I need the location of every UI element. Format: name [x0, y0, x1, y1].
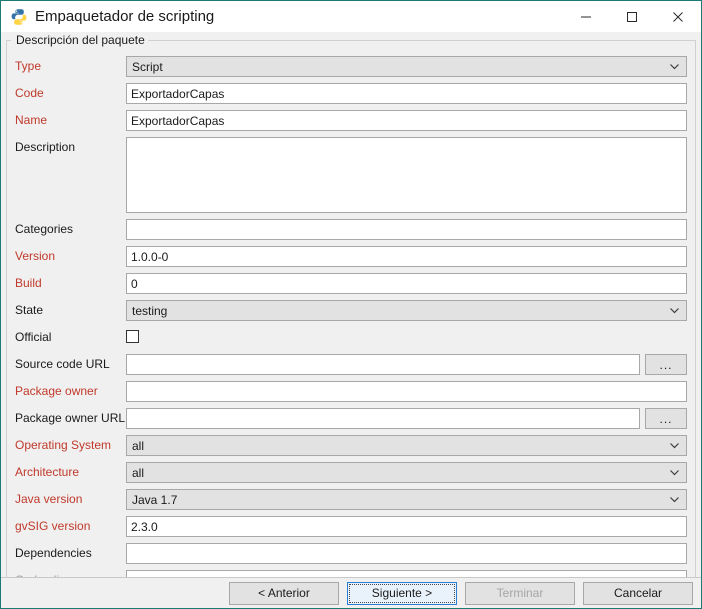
chevron-down-icon [669, 490, 680, 509]
maximize-icon[interactable] [609, 1, 655, 32]
input-dependencies[interactable] [126, 543, 687, 564]
chevron-down-icon [669, 436, 680, 455]
label-state: State [15, 303, 44, 317]
control-wrap-type: Script [126, 56, 702, 77]
python-logo-icon [10, 8, 28, 26]
control-wrap-official [126, 327, 702, 343]
control-wrap-architecture: all [126, 462, 702, 483]
control-wrap-package-owner [126, 381, 702, 402]
group-border-left [6, 40, 11, 41]
input-gvsig-version[interactable] [126, 516, 687, 537]
form-row-operating-system: Operating System all [1, 435, 702, 456]
window-controls [563, 1, 701, 32]
label-type: Type [15, 59, 42, 73]
control-wrap-state: testing [126, 300, 702, 321]
control-wrap-name [126, 110, 702, 131]
packaging-wizard-window: Empaquetador de scripting Descripción de… [0, 0, 702, 609]
form-row-source-code-url: Source code URL... [1, 354, 702, 375]
form-row-code: Code [1, 83, 702, 104]
form-row-type: Type Script [1, 56, 702, 77]
control-wrap-code [126, 83, 702, 104]
form-row-dependencies: Dependencies [1, 543, 702, 564]
control-wrap-description [126, 137, 702, 213]
label-architecture: Architecture [15, 465, 80, 479]
input-categories[interactable] [126, 219, 687, 240]
chevron-down-icon [669, 301, 680, 320]
form-row-categories: Categories [1, 219, 702, 240]
input-version[interactable] [126, 246, 687, 267]
combo-value-operating-system: all [132, 438, 145, 453]
cancel-button[interactable]: Cancelar [583, 581, 693, 605]
form-row-name: Name [1, 110, 702, 131]
group-border-right [126, 40, 696, 41]
combo-value-type: Script [132, 59, 163, 74]
group-title: Descripción del paquete [13, 33, 148, 47]
control-wrap-gvsig-version [126, 516, 702, 537]
input-source-code-url[interactable] [126, 354, 640, 375]
form-row-gvsig-version: gvSIG version [1, 516, 702, 537]
combo-value-architecture: all [132, 465, 145, 480]
package-form: Type Script Code Name Description Categories V… [1, 56, 702, 597]
form-row-official: Official [1, 327, 702, 348]
checkbox-official[interactable] [126, 330, 139, 343]
form-row-build: Build [1, 273, 702, 294]
label-build: Build [15, 276, 42, 290]
input-code[interactable] [126, 83, 687, 104]
label-operating-system: Operating System [15, 438, 112, 452]
control-wrap-source-code-url: ... [126, 354, 702, 375]
control-wrap-build [126, 273, 702, 294]
form-row-version: Version [1, 246, 702, 267]
chevron-down-icon [669, 57, 680, 76]
control-wrap-categories [126, 219, 702, 240]
control-wrap-operating-system: all [126, 435, 702, 456]
combo-type[interactable]: Script [126, 56, 687, 77]
form-row-architecture: Architecture all [1, 462, 702, 483]
combo-value-java-version: Java 1.7 [132, 492, 178, 507]
window-title: Empaquetador de scripting [35, 8, 215, 25]
label-package-owner-url: Package owner URL [15, 411, 126, 425]
form-row-java-version: Java version Java 1.7 [1, 489, 702, 510]
form-row-package-owner: Package owner [1, 381, 702, 402]
chevron-down-icon [669, 463, 680, 482]
next-button[interactable]: Siguiente > [347, 581, 457, 605]
close-icon[interactable] [655, 1, 701, 32]
input-build[interactable] [126, 273, 687, 294]
label-categories: Categories [15, 222, 74, 236]
control-wrap-dependencies [126, 543, 702, 564]
input-package-owner-url[interactable] [126, 408, 640, 429]
label-gvsig-version: gvSIG version [15, 519, 91, 533]
label-description: Description [15, 140, 76, 154]
input-package-owner[interactable] [126, 381, 687, 402]
control-wrap-package-owner-url: ... [126, 408, 702, 429]
input-name[interactable] [126, 110, 687, 131]
form-row-description: Description [1, 137, 702, 213]
label-official: Official [15, 330, 52, 344]
control-wrap-java-version: Java 1.7 [126, 489, 702, 510]
form-row-package-owner-url: Package owner URL... [1, 408, 702, 429]
textarea-description[interactable] [126, 137, 687, 213]
label-name: Name [15, 113, 48, 127]
control-wrap-version [126, 246, 702, 267]
label-java-version: Java version [15, 492, 83, 506]
wizard-button-bar: < Anterior Siguiente > Terminar Cancelar [1, 577, 701, 608]
previous-button[interactable]: < Anterior [229, 581, 339, 605]
title-bar: Empaquetador de scripting [1, 1, 701, 32]
label-package-owner: Package owner [15, 384, 98, 398]
label-source-code-url: Source code URL [15, 357, 110, 371]
label-code: Code [15, 86, 44, 100]
form-row-state: State testing [1, 300, 702, 321]
browse-button-package-owner-url[interactable]: ... [645, 408, 687, 429]
label-dependencies: Dependencies [15, 546, 92, 560]
combo-operating-system[interactable]: all [126, 435, 687, 456]
combo-java-version[interactable]: Java 1.7 [126, 489, 687, 510]
combo-value-state: testing [132, 303, 168, 318]
client-area: Descripción del paquete Type Script Code Na… [1, 32, 701, 608]
finish-button: Terminar [465, 581, 575, 605]
browse-button-source-code-url[interactable]: ... [645, 354, 687, 375]
combo-architecture[interactable]: all [126, 462, 687, 483]
combo-state[interactable]: testing [126, 300, 687, 321]
minimize-icon[interactable] [563, 1, 609, 32]
label-version: Version [15, 249, 56, 263]
